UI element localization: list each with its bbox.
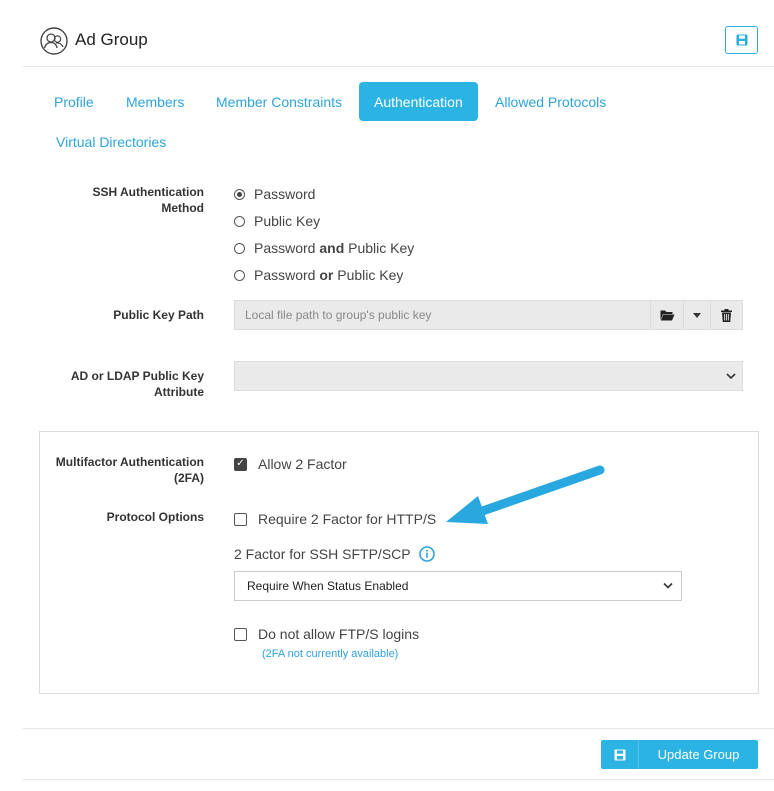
update-group-label: Update Group: [657, 747, 740, 762]
tab-authentication[interactable]: Authentication: [359, 82, 478, 121]
mfa-label-line1: Multifactor Authentication: [55, 455, 204, 469]
trash-icon: [721, 308, 732, 322]
ssh-auth-label-line1: SSH Authentication: [92, 185, 204, 199]
allow-2fa-label: Allow 2 Factor: [258, 456, 347, 472]
save-icon: [614, 749, 625, 760]
chevron-down-icon: [726, 373, 736, 380]
radio-password-and-key[interactable]: Password and Public Key: [234, 240, 414, 256]
radio-label-post: Public Key: [333, 267, 404, 283]
radio-label-bold: and: [319, 240, 345, 256]
radio-button[interactable]: [234, 188, 245, 200]
radio-label-pre: Password: [254, 267, 320, 283]
user-group-icon: [40, 27, 68, 55]
chevron-down-icon: [663, 582, 673, 589]
save-icon-wrap: [601, 740, 639, 769]
mfa-label-line2: (2FA): [174, 471, 204, 485]
ldap-attribute-select[interactable]: [234, 361, 743, 391]
radio-label-post: Public Key: [344, 240, 415, 256]
tab-allowed-protocols[interactable]: Allowed Protocols: [495, 94, 606, 110]
ssh-auth-label: SSH Authentication Method: [60, 184, 204, 216]
save-icon: [736, 34, 747, 46]
disallow-ftp-checkbox[interactable]: Do not allow FTP/S logins: [234, 626, 419, 642]
page-title: Ad Group: [75, 30, 148, 49]
require-2fa-http-checkbox[interactable]: Require 2 Factor for HTTP/S: [234, 511, 436, 527]
allow-2fa-checkbox[interactable]: ✓ Allow 2 Factor: [234, 456, 347, 472]
disallow-ftp-label: Do not allow FTP/S logins: [258, 626, 420, 642]
page-header: Ad Group: [23, 0, 774, 67]
checkbox[interactable]: ✓: [234, 457, 247, 471]
public-key-path-label: Public Key Path: [113, 308, 204, 322]
checkbox[interactable]: [234, 512, 247, 526]
ldap-attribute-label-line1: AD or LDAP Public Key: [70, 369, 204, 383]
public-key-path-input[interactable]: Local file path to group's public key: [234, 300, 651, 330]
ssh-2fa-select[interactable]: Require When Status Enabled: [234, 571, 682, 601]
tab-member-constraints[interactable]: Member Constraints: [216, 94, 342, 110]
delete-key-button[interactable]: [710, 300, 743, 330]
require-2fa-http-label: Require 2 Factor for HTTP/S: [258, 511, 437, 527]
save-button-top[interactable]: [725, 26, 758, 54]
tab-virtual-directories[interactable]: Virtual Directories: [56, 134, 166, 150]
annotation-arrow: [446, 465, 605, 524]
radio-public-key[interactable]: Public Key: [234, 213, 320, 229]
ldap-attribute-label-line2: Attribute: [154, 385, 204, 399]
update-group-button[interactable]: Update Group: [601, 740, 758, 769]
radio-label: Public Key: [254, 213, 321, 229]
ssh-2fa-row: 2 Factor for SSH SFTP/SCP: [234, 546, 435, 562]
protocol-options-label: Protocol Options: [106, 510, 204, 524]
ftp-2fa-note: (2FA not currently available): [262, 648, 399, 660]
ssh-2fa-label: 2 Factor for SSH SFTP/SCP: [234, 546, 411, 562]
radio-password[interactable]: Password: [234, 186, 315, 202]
tab-profile[interactable]: Profile: [54, 94, 94, 110]
caret-down-icon: [693, 312, 701, 318]
radio-button[interactable]: [234, 269, 245, 281]
dropdown-toggle-button[interactable]: [683, 300, 711, 330]
radio-label: Password: [254, 186, 316, 202]
browse-folder-button[interactable]: [650, 300, 684, 330]
radio-button[interactable]: [234, 242, 245, 254]
folder-open-icon: [660, 310, 674, 321]
radio-password-or-key[interactable]: Password or Public Key: [234, 267, 403, 283]
radio-label-bold: or: [319, 267, 334, 283]
tab-members[interactable]: Members: [126, 94, 184, 110]
mfa-label: Multifactor Authentication (2FA): [50, 454, 204, 486]
ldap-attribute-label: AD or LDAP Public Key Attribute: [50, 368, 204, 400]
ssh-2fa-select-value: Require When Status Enabled: [247, 579, 409, 593]
checkbox[interactable]: [234, 627, 247, 641]
page-footer: Update Group: [23, 728, 774, 780]
radio-label-pre: Password: [254, 240, 320, 256]
ssh-auth-label-line2: Method: [161, 201, 204, 215]
radio-button[interactable]: [234, 215, 245, 227]
info-icon[interactable]: [418, 546, 435, 562]
